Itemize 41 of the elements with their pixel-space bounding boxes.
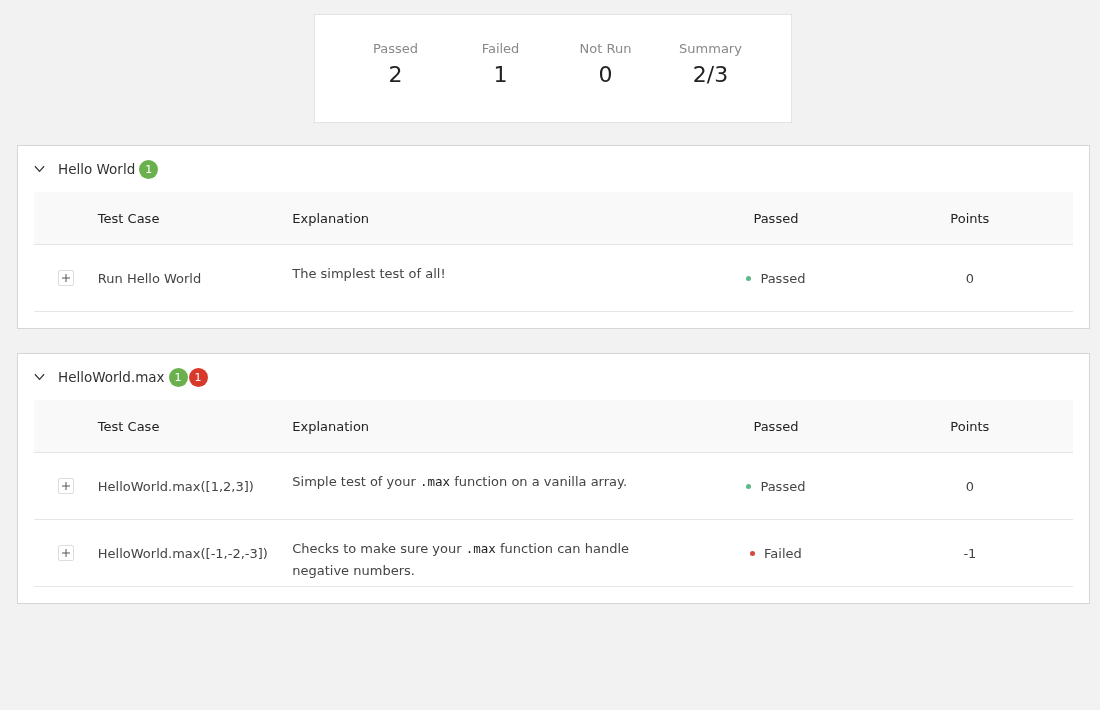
column-header: Test Case <box>97 418 161 434</box>
expand-button[interactable] <box>57 478 74 494</box>
test-case-cell-text: HelloWorld.max([1,2,3]) <box>97 478 255 494</box>
chevron-icon[interactable] <box>34 373 45 381</box>
column-header: Passed <box>752 210 800 226</box>
test-case-cell-text: Run Hello World <box>97 270 203 286</box>
suite-title: HelloWorld.max <box>58 369 165 385</box>
column-header: Passed <box>752 418 800 434</box>
stat-label: Failed <box>481 41 520 56</box>
suite-title: Hello World <box>58 161 136 177</box>
expand-button[interactable] <box>57 270 74 286</box>
plus-icon <box>61 482 70 490</box>
status-text: Passed <box>760 270 806 286</box>
column-header: Points <box>949 210 991 226</box>
count-badge: 1 <box>168 367 188 387</box>
points-cell-text: 0 <box>964 270 975 286</box>
explanation-text: Simple test of your .max function on a vanilla array. <box>292 473 629 491</box>
count-badge: 1 <box>139 159 159 179</box>
status-text: Failed <box>764 545 802 561</box>
test-case-cell-text: HelloWorld.max([-1,-2,-3]) <box>97 545 269 561</box>
explanation-text: Checks to make sure your .max function can handle negative numbers. <box>292 540 630 580</box>
plus-icon <box>61 549 70 557</box>
chevron-icon[interactable] <box>34 165 45 173</box>
explanation-text: The simplest test of all! <box>292 265 447 283</box>
stat-label: Passed <box>373 41 418 56</box>
stat-value: 0 <box>598 62 613 87</box>
points-cell-text: -1 <box>962 545 978 561</box>
column-header: Points <box>949 418 991 434</box>
expand-button[interactable] <box>57 545 74 561</box>
stat-label: Summary <box>679 41 742 56</box>
points-cell-text: 0 <box>964 478 975 494</box>
column-header: Explanation <box>292 210 371 226</box>
column-header: Explanation <box>292 418 371 434</box>
status-text: Passed <box>760 478 806 494</box>
plus-icon <box>61 274 70 282</box>
stat-label: Not Run <box>579 41 632 56</box>
column-header: Test Case <box>97 210 161 226</box>
stat-value: 2 <box>388 62 403 87</box>
stat-value: 1 <box>493 62 508 87</box>
count-badge: 1 <box>188 367 208 387</box>
stat-value: 2/3 <box>692 62 729 87</box>
